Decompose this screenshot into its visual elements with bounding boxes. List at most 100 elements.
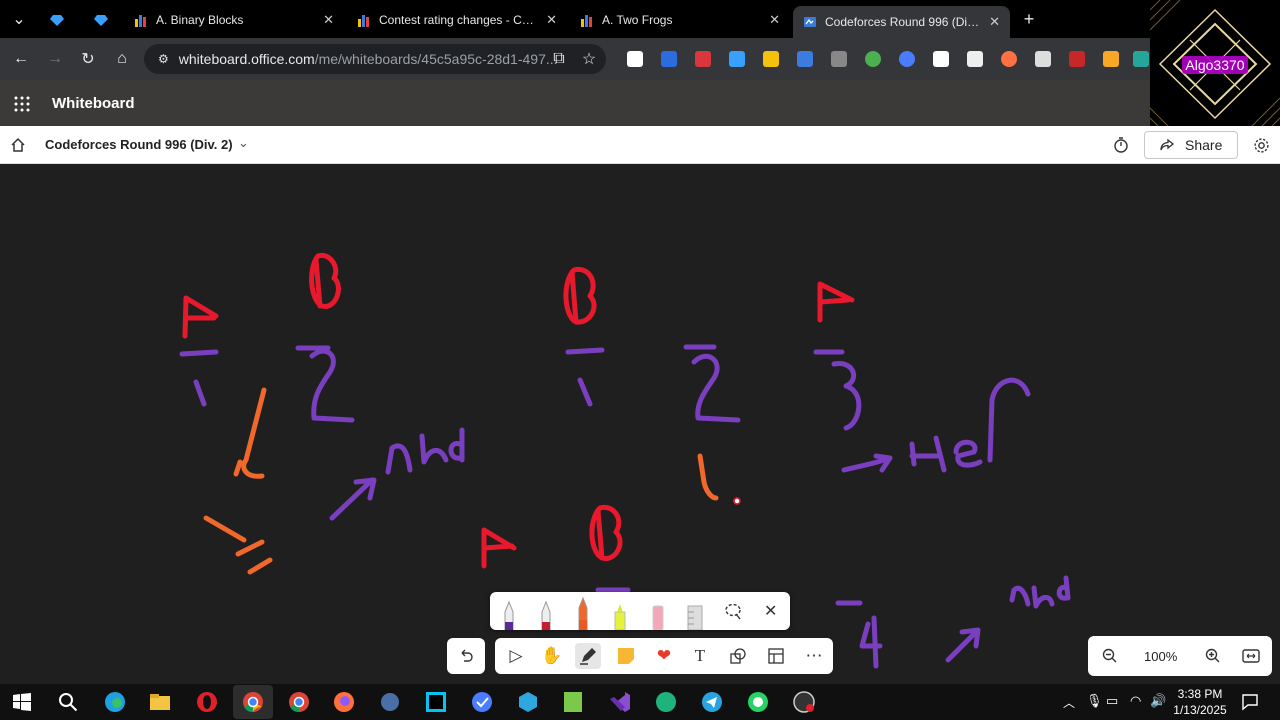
opera-icon[interactable] [195,690,219,714]
system-clock[interactable]: 3:38 PM 1/13/2025 [1170,686,1230,718]
notifications-icon[interactable] [1241,693,1259,711]
site-info-icon[interactable]: ⚙ [158,52,169,66]
extension-icon[interactable] [661,51,677,67]
shapes-icon[interactable] [725,643,751,669]
extension-icon[interactable] [797,51,813,67]
text-tool-icon[interactable]: T [687,643,713,669]
close-icon[interactable]: ✕ [764,601,777,621]
forward-arrow-icon[interactable]: → [44,48,66,70]
more-options-icon[interactable]: ⋯ [801,643,827,669]
highlighter-yellow-icon[interactable] [611,600,629,630]
todo-check-icon[interactable] [470,690,494,714]
telegram-icon[interactable] [700,690,724,714]
settings-gear-icon[interactable] [1253,137,1270,154]
network-tool-icon[interactable] [378,690,402,714]
home-icon[interactable]: ⌂ [111,48,133,70]
tab-search-chevron-icon[interactable]: ⌄ [8,8,30,30]
fit-to-screen-icon[interactable] [1242,648,1260,664]
app-title[interactable]: Whiteboard [52,95,135,112]
undo-icon [461,649,473,662]
volume-icon[interactable]: 🔊 [1150,693,1166,709]
browser-tab-contest-rating[interactable]: Contest rating changes - Codef ✕ [347,6,567,33]
timer-icon[interactable] [1113,137,1129,153]
wifi-icon[interactable]: ◠ [1130,693,1141,709]
eraser-icon[interactable] [649,600,667,630]
chrome-icon-active[interactable] [233,685,273,719]
firefox-icon[interactable] [332,690,356,714]
notepad-icon[interactable] [561,690,585,714]
browser-tab-1[interactable] [40,6,80,33]
reactions-heart-icon[interactable]: ❤ [651,643,677,669]
browser-tab-codeforces-round[interactable]: Codeforces Round 996 (Div. 2) | ✕ [793,6,1010,38]
browser-tab-2[interactable] [84,6,124,33]
address-bar[interactable]: ⚙ whiteboard.office.com/me/whiteboards/4… [144,44,606,74]
microphone-icon[interactable]: 🎙 [1086,693,1103,709]
reload-icon[interactable]: ↻ [77,48,99,70]
chevron-down-icon[interactable]: ⌄ [238,135,249,151]
pan-hand-icon[interactable]: ✋ [539,643,565,669]
windows-start-icon[interactable] [10,690,34,714]
ink-letter-a [481,527,517,569]
close-icon[interactable]: ✕ [989,14,1000,30]
app-cube-icon[interactable] [516,690,540,714]
bookmark-star-icon[interactable]: ☆ [578,48,600,70]
file-explorer-icon[interactable] [148,690,172,714]
extension-icon[interactable] [763,51,779,67]
edge-browser-icon[interactable] [103,690,127,714]
tab-title: Codeforces Round 996 (Div. 2) | [825,15,981,29]
zoom-in-icon[interactable] [1205,648,1221,664]
pen-red-icon[interactable] [537,600,555,630]
select-tool-icon[interactable]: ▷ [503,643,529,669]
visual-studio-icon[interactable] [608,690,632,714]
templates-icon[interactable] [763,643,789,669]
windows-taskbar: ︿ 🎙 ▭ ◠ 🔊 3:38 PM 1/13/2025 [0,684,1280,720]
install-app-icon[interactable]: ⧉ [548,48,570,70]
tray-overflow-chevron-icon[interactable]: ︿ [1063,694,1075,711]
app-launcher-icon[interactable] [14,96,30,112]
extension-icon[interactable] [933,51,949,67]
webstorm-icon[interactable] [424,690,448,714]
close-icon[interactable]: ✕ [546,12,557,28]
lasso-select-icon[interactable] [724,602,742,620]
chrome-profile-icon[interactable] [287,690,311,714]
zoom-out-icon[interactable] [1102,648,1118,664]
browser-tab-two-frogs[interactable]: A. Two Frogs ✕ [570,6,790,33]
app-header: Whiteboard [0,80,1150,126]
extension-icon[interactable] [831,51,847,67]
search-icon[interactable] [56,690,80,714]
close-icon[interactable]: ✕ [323,12,334,28]
obs-recording-icon[interactable] [792,690,816,714]
board-title[interactable]: Codeforces Round 996 (Div. 2) [45,137,233,152]
share-icon [1160,138,1175,151]
pen-purple-icon[interactable] [500,600,518,630]
extension-icon[interactable] [1001,51,1017,67]
extension-icon[interactable] [1069,51,1085,67]
extension-icon[interactable] [967,51,983,67]
extension-icon[interactable] [627,51,643,67]
extension-icon[interactable] [1133,51,1149,67]
extension-icon[interactable] [1103,51,1119,67]
ruler-icon[interactable] [686,600,704,630]
code-tool-icon[interactable] [654,690,678,714]
battery-icon[interactable]: ▭ [1106,693,1118,709]
pen-tray: ✕ [490,592,790,630]
new-tab-icon[interactable]: + [1018,8,1040,30]
close-icon[interactable]: ✕ [769,12,780,28]
whatsapp-icon[interactable] [746,690,770,714]
extension-icon[interactable] [695,51,711,67]
ink-letter-b [309,252,341,309]
extension-icon[interactable] [899,51,915,67]
extension-icon[interactable] [729,51,745,67]
share-button[interactable]: Share [1144,131,1238,159]
undo-button[interactable] [447,638,485,674]
ink-pen-tool-icon[interactable] [575,643,601,669]
pen-orange-icon[interactable] [574,596,592,630]
url-host: whiteboard.office.com [178,51,315,67]
sticky-note-icon[interactable] [613,643,639,669]
back-arrow-icon[interactable]: ← [10,48,32,70]
home-icon[interactable] [10,137,26,153]
zoom-level[interactable]: 100% [1144,649,1177,664]
browser-tab-binary-blocks[interactable]: A. Binary Blocks ✕ [124,6,344,33]
extension-icon[interactable] [1035,51,1051,67]
extension-icon[interactable] [865,51,881,67]
